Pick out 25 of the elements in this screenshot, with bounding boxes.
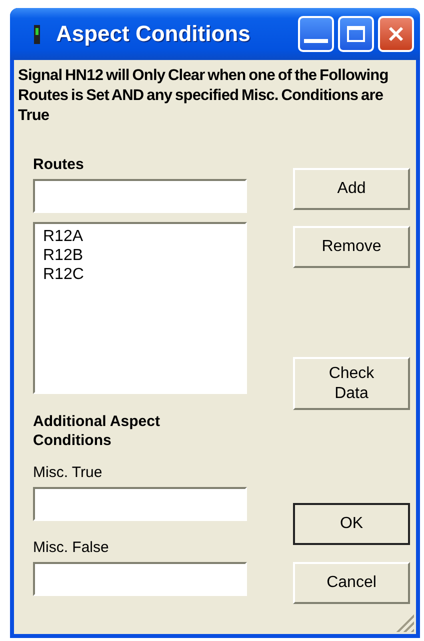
list-item[interactable]: R12C: [43, 265, 237, 284]
dialog-button[interactable]: OK: [293, 503, 410, 545]
list-item[interactable]: R12A: [43, 227, 237, 246]
field-label: Misc. False: [33, 539, 110, 556]
text-input[interactable]: [33, 487, 247, 521]
maximize-icon: [347, 26, 365, 42]
description-text: Signal HN12 will Only Clear when one of the Following Routes is Set AND any specified Misc. Conditions are True: [18, 66, 390, 126]
close-button[interactable]: [378, 16, 414, 52]
routes-label: Routes: [33, 156, 85, 173]
dialog-button[interactable]: Add: [293, 168, 410, 210]
route-input[interactable]: [33, 179, 247, 213]
dialog-button[interactable]: Remove: [293, 226, 410, 268]
dialog-button[interactable]: Cancel: [293, 562, 410, 604]
dialog-button[interactable]: Check Data: [293, 357, 410, 410]
routes-list[interactable]: R12A R12B R12C: [33, 222, 247, 394]
list-item[interactable]: R12B: [43, 246, 237, 265]
minimize-button[interactable]: [298, 16, 334, 52]
maximize-button[interactable]: [338, 16, 374, 52]
section-heading: Additional Aspect Conditions: [33, 412, 161, 450]
signal-icon: [34, 24, 40, 44]
close-icon: [387, 25, 405, 43]
window-title: Aspect Conditions: [56, 21, 252, 47]
field-label: Misc. True: [33, 464, 104, 481]
minimize-icon: [316, 39, 328, 43]
text-input[interactable]: [33, 562, 247, 596]
